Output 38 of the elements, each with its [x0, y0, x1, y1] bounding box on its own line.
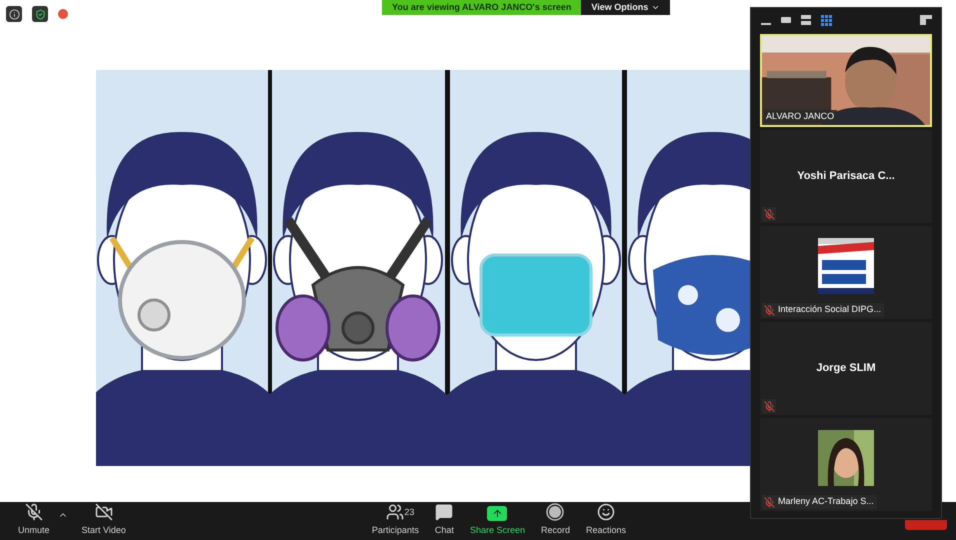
- video-off-icon: [94, 502, 113, 520]
- video-button[interactable]: Start Video: [74, 502, 134, 540]
- exit-panel-icon[interactable]: [920, 15, 932, 25]
- participant-name: ALVARO JANCO: [765, 110, 834, 122]
- muted-mic-icon: [762, 495, 776, 509]
- video-tile[interactable]: Yoshi Parisaca C...: [760, 130, 932, 223]
- video-tile[interactable]: ALVARO JANCO: [760, 34, 932, 127]
- record-icon: [546, 502, 564, 520]
- participant-name: Interacción Social DIPG...: [777, 303, 882, 316]
- participants-button[interactable]: 23 Participants: [364, 502, 427, 540]
- view-options-button[interactable]: View Options: [581, 0, 670, 15]
- muted-mic-icon: [762, 207, 776, 221]
- viewing-banner: You are viewing ALVARO JANCO's screen: [382, 0, 582, 15]
- participant-count: 23: [404, 506, 414, 519]
- chat-icon: [435, 502, 454, 520]
- muted-mic-icon: [24, 502, 43, 520]
- reactions-button[interactable]: Reactions: [578, 502, 634, 540]
- security-shield-icon[interactable]: [32, 6, 48, 22]
- participants-icon: [386, 502, 404, 520]
- video-tile[interactable]: Marleny AC-Trabajo S...: [760, 418, 932, 511]
- record-button[interactable]: Record: [532, 502, 578, 540]
- unmute-button[interactable]: Unmute: [10, 502, 58, 540]
- participant-name: Jorge SLIM: [816, 361, 876, 376]
- muted-mic-icon: [762, 399, 776, 413]
- share-screen-icon: [487, 506, 508, 520]
- reactions-icon: [597, 502, 616, 520]
- speaker-view-icon[interactable]: [780, 14, 792, 26]
- info-icon[interactable]: [6, 6, 22, 22]
- chevron-down-icon: [651, 3, 660, 12]
- muted-mic-icon: [762, 303, 776, 317]
- video-tile[interactable]: Jorge SLIM: [760, 322, 932, 415]
- participant-name: Marleny AC-Trabajo S...: [777, 495, 874, 508]
- chat-button[interactable]: Chat: [426, 502, 462, 540]
- share-button[interactable]: Share Screen: [462, 502, 533, 540]
- grid-view-icon[interactable]: [820, 14, 832, 26]
- participant-name: Yoshi Parisaca C...: [797, 169, 895, 184]
- strip-view-icon[interactable]: [800, 14, 812, 26]
- video-tile[interactable]: Interacción Social DIPG...: [760, 226, 932, 319]
